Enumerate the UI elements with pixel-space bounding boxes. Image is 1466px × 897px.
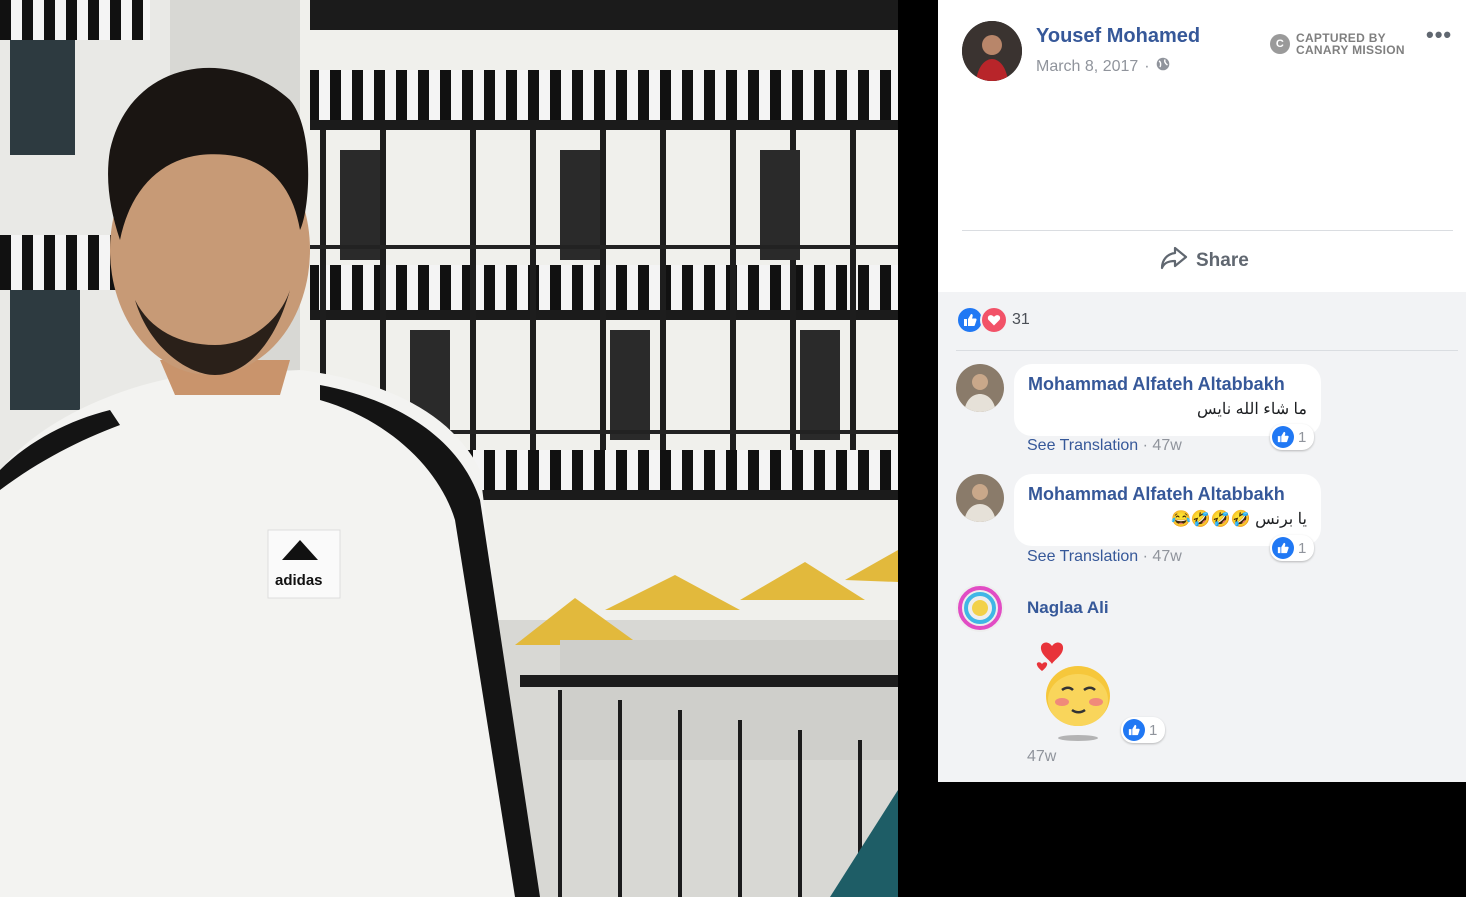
reactions-summary[interactable]: 31 [956,306,1030,334]
watermark-line-2: CANARY MISSION [1296,43,1405,57]
post-photo[interactable]: adidas [0,0,898,897]
canary-mission-watermark: C CAPTURED BY CANARY MISSION [1270,32,1405,56]
divider [956,350,1458,351]
share-arrow-icon [1160,246,1188,276]
thumbs-up-icon [1272,426,1294,448]
see-translation-link[interactable]: See Translation [1027,548,1138,565]
commenter-avatar[interactable] [956,584,1004,632]
share-label: Share [1196,250,1249,271]
commenter-avatar[interactable] [956,474,1004,522]
comment-like-count[interactable]: 1 [1270,424,1315,450]
comment-like-count[interactable]: 1 [1270,535,1315,561]
commenter-name[interactable]: Naglaa Ali [1027,598,1109,618]
author-name[interactable]: Yousef Mohamed [1036,25,1200,48]
svg-text:adidas: adidas [275,572,323,589]
post-sidebar: Yousef Mohamed March 8, 2017 · C CAPTURE… [938,0,1466,897]
comment-footer: See Translation · 47w [1027,437,1182,455]
post-date[interactable]: March 8, 2017 [1036,58,1138,76]
like-count: 1 [1298,539,1307,557]
share-button[interactable]: Share [1160,246,1249,276]
commenter-avatar[interactable] [956,364,1004,412]
heart-icon [980,306,1008,334]
more-icon[interactable]: ••• [1426,22,1452,48]
thumbs-up-icon [1123,719,1145,741]
comment-time[interactable]: 47w [1027,748,1056,766]
comment-like-count[interactable]: 1 [1121,717,1166,743]
divider [962,230,1453,231]
comment-time[interactable]: · 47w [1143,548,1182,565]
commenter-name[interactable]: Mohammad Alfateh Altabbakh [1028,374,1307,395]
see-translation-link[interactable]: See Translation [1027,437,1138,454]
post-meta: March 8, 2017 · [1036,57,1170,76]
meta-separator: · [1144,57,1150,75]
author-avatar[interactable] [962,21,1022,81]
comment-time[interactable]: · 47w [1143,437,1182,454]
like-count: 1 [1298,428,1307,446]
viewer-backdrop [938,782,1466,897]
comment-text: ما شاء الله نايس [1197,401,1307,418]
commenter-name[interactable]: Mohammad Alfateh Altabbakh [1028,484,1307,505]
photo-illustration: adidas [0,0,898,897]
comment-footer: See Translation · 47w [1027,548,1182,566]
like-count: 1 [1149,721,1158,739]
blushing-emoji-sticker [1030,636,1130,751]
canary-coin-icon: C [1270,34,1290,54]
comment-text: يا برنس 🤣🤣🤣😂 [1170,511,1307,528]
globe-icon[interactable] [1156,57,1170,76]
photo-viewer: adidas [0,0,938,897]
thumbs-up-icon [1272,537,1294,559]
comment-bubble: Mohammad Alfateh Altabbakh يا برنس 🤣🤣🤣😂 [1014,474,1321,546]
reaction-count: 31 [1012,311,1030,328]
